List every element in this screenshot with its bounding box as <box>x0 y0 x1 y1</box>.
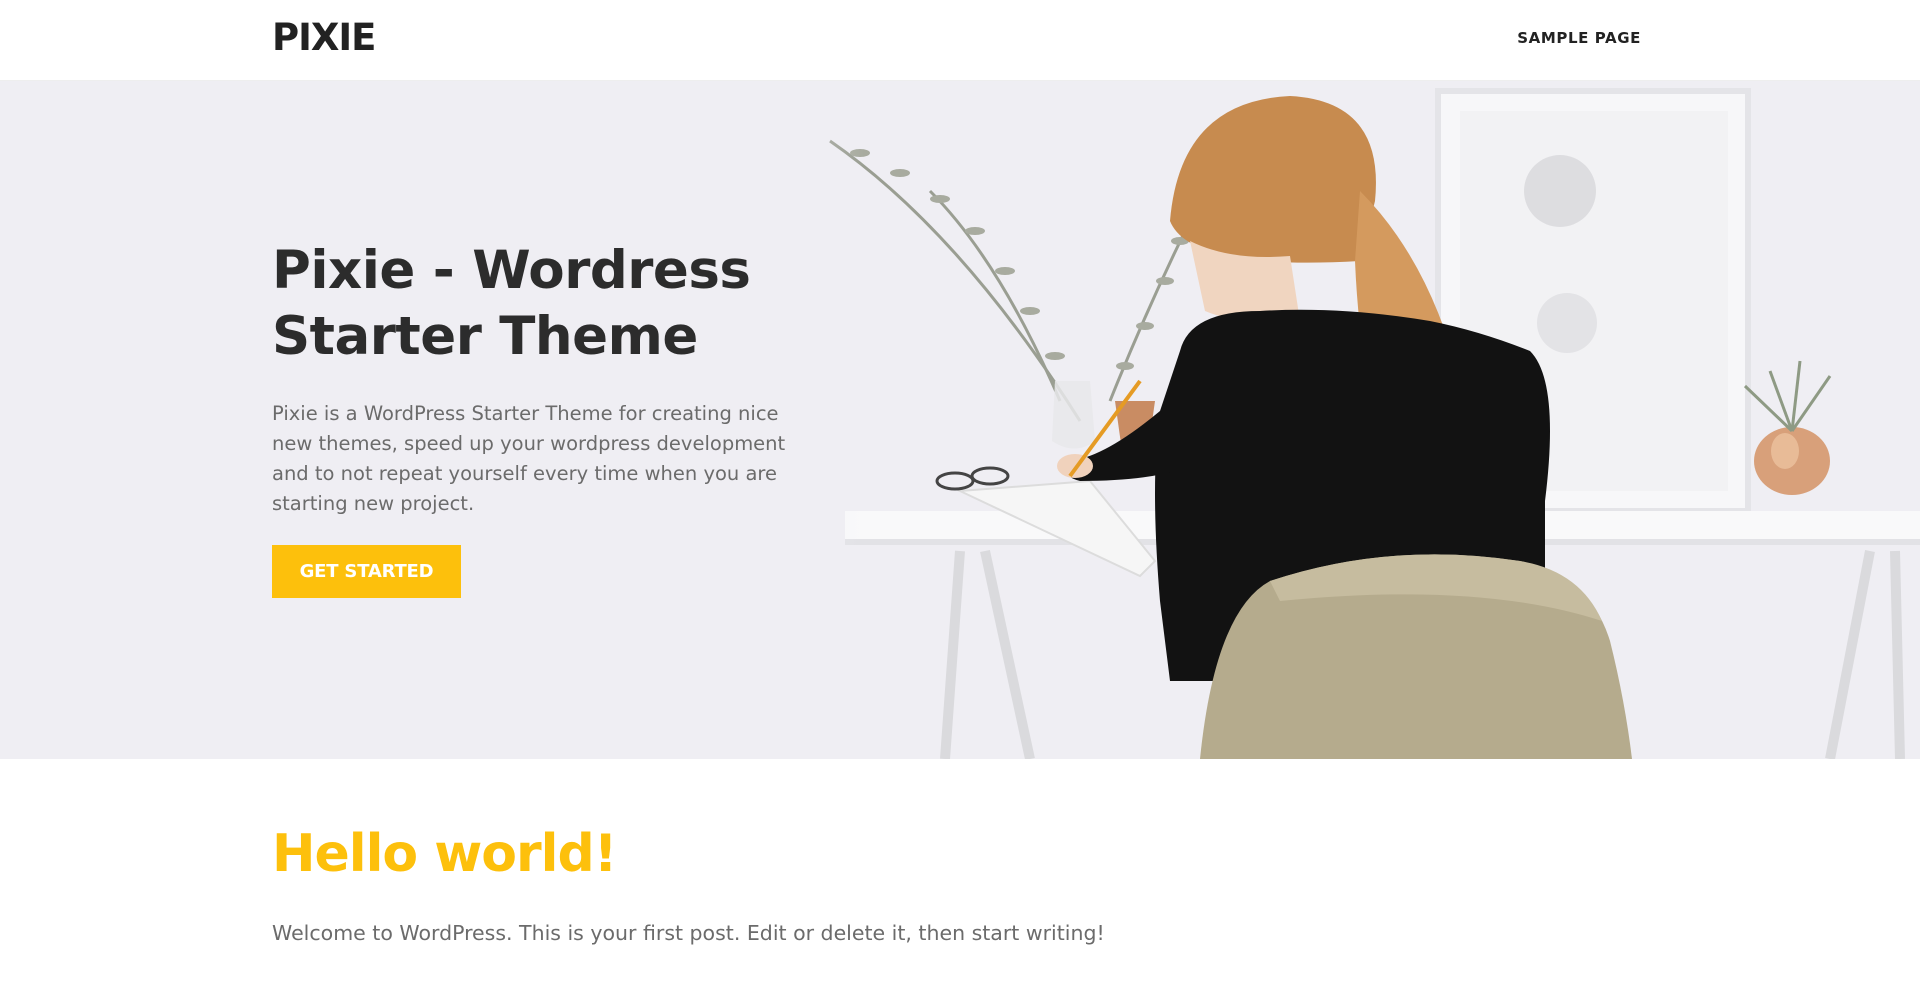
post-title[interactable]: Hello world! <box>272 824 617 884</box>
get-started-button[interactable]: GET STARTED <box>272 545 461 598</box>
hero-title-line2: Starter Theme <box>272 306 698 367</box>
post-excerpt: Welcome to WordPress. This is your first… <box>272 921 1105 945</box>
site-header: PIXIE SAMPLE PAGE <box>0 0 1920 81</box>
hero-section: Pixie - Wordress Starter Theme Pixie is … <box>0 81 1920 759</box>
hero-description: Pixie is a WordPress Starter Theme for c… <box>272 402 786 515</box>
nav-link-sample-page[interactable]: SAMPLE PAGE <box>1517 29 1641 47</box>
site-logo[interactable]: PIXIE <box>272 16 376 59</box>
hero-title: Pixie - Wordress Starter Theme <box>272 238 832 370</box>
hero-title-line1: Pixie - Wordress <box>272 240 751 301</box>
